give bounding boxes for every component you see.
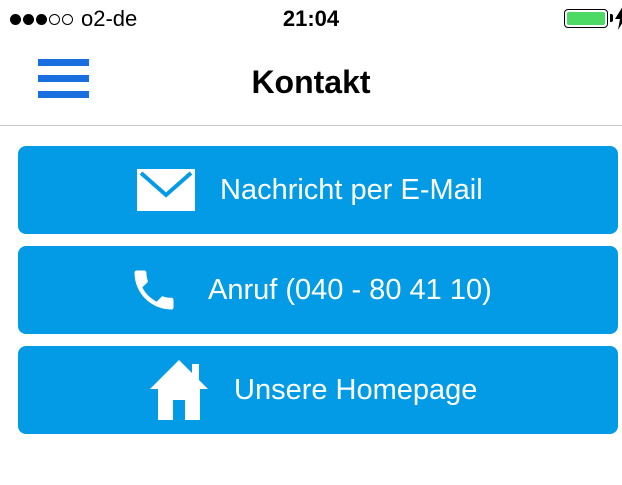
- email-button[interactable]: Nachricht per E-Mail: [18, 146, 618, 234]
- status-time: 21:04: [282, 6, 340, 31]
- phone-icon: [127, 246, 181, 334]
- email-button-label: Nachricht per E-Mail: [220, 174, 483, 206]
- contact-screen: o2-de 21:04 Kontakt Nachricht per E-Mail…: [0, 0, 622, 485]
- battery-icon: [564, 9, 608, 28]
- charging-bolt-icon: [614, 6, 622, 30]
- page-title: Kontakt: [251, 64, 371, 100]
- battery-tip: [610, 14, 613, 22]
- status-bar: o2-de 21:04: [0, 0, 622, 40]
- homepage-button[interactable]: Unsere Homepage: [18, 346, 618, 434]
- navigation-bar: Kontakt: [0, 40, 622, 126]
- battery-level: [567, 12, 605, 25]
- call-button-label: Anruf (040 - 80 41 10): [208, 274, 492, 306]
- homepage-button-label: Unsere Homepage: [234, 374, 478, 406]
- mail-icon: [137, 146, 195, 234]
- call-button[interactable]: Anruf (040 - 80 41 10): [18, 246, 618, 334]
- home-icon: [150, 346, 208, 434]
